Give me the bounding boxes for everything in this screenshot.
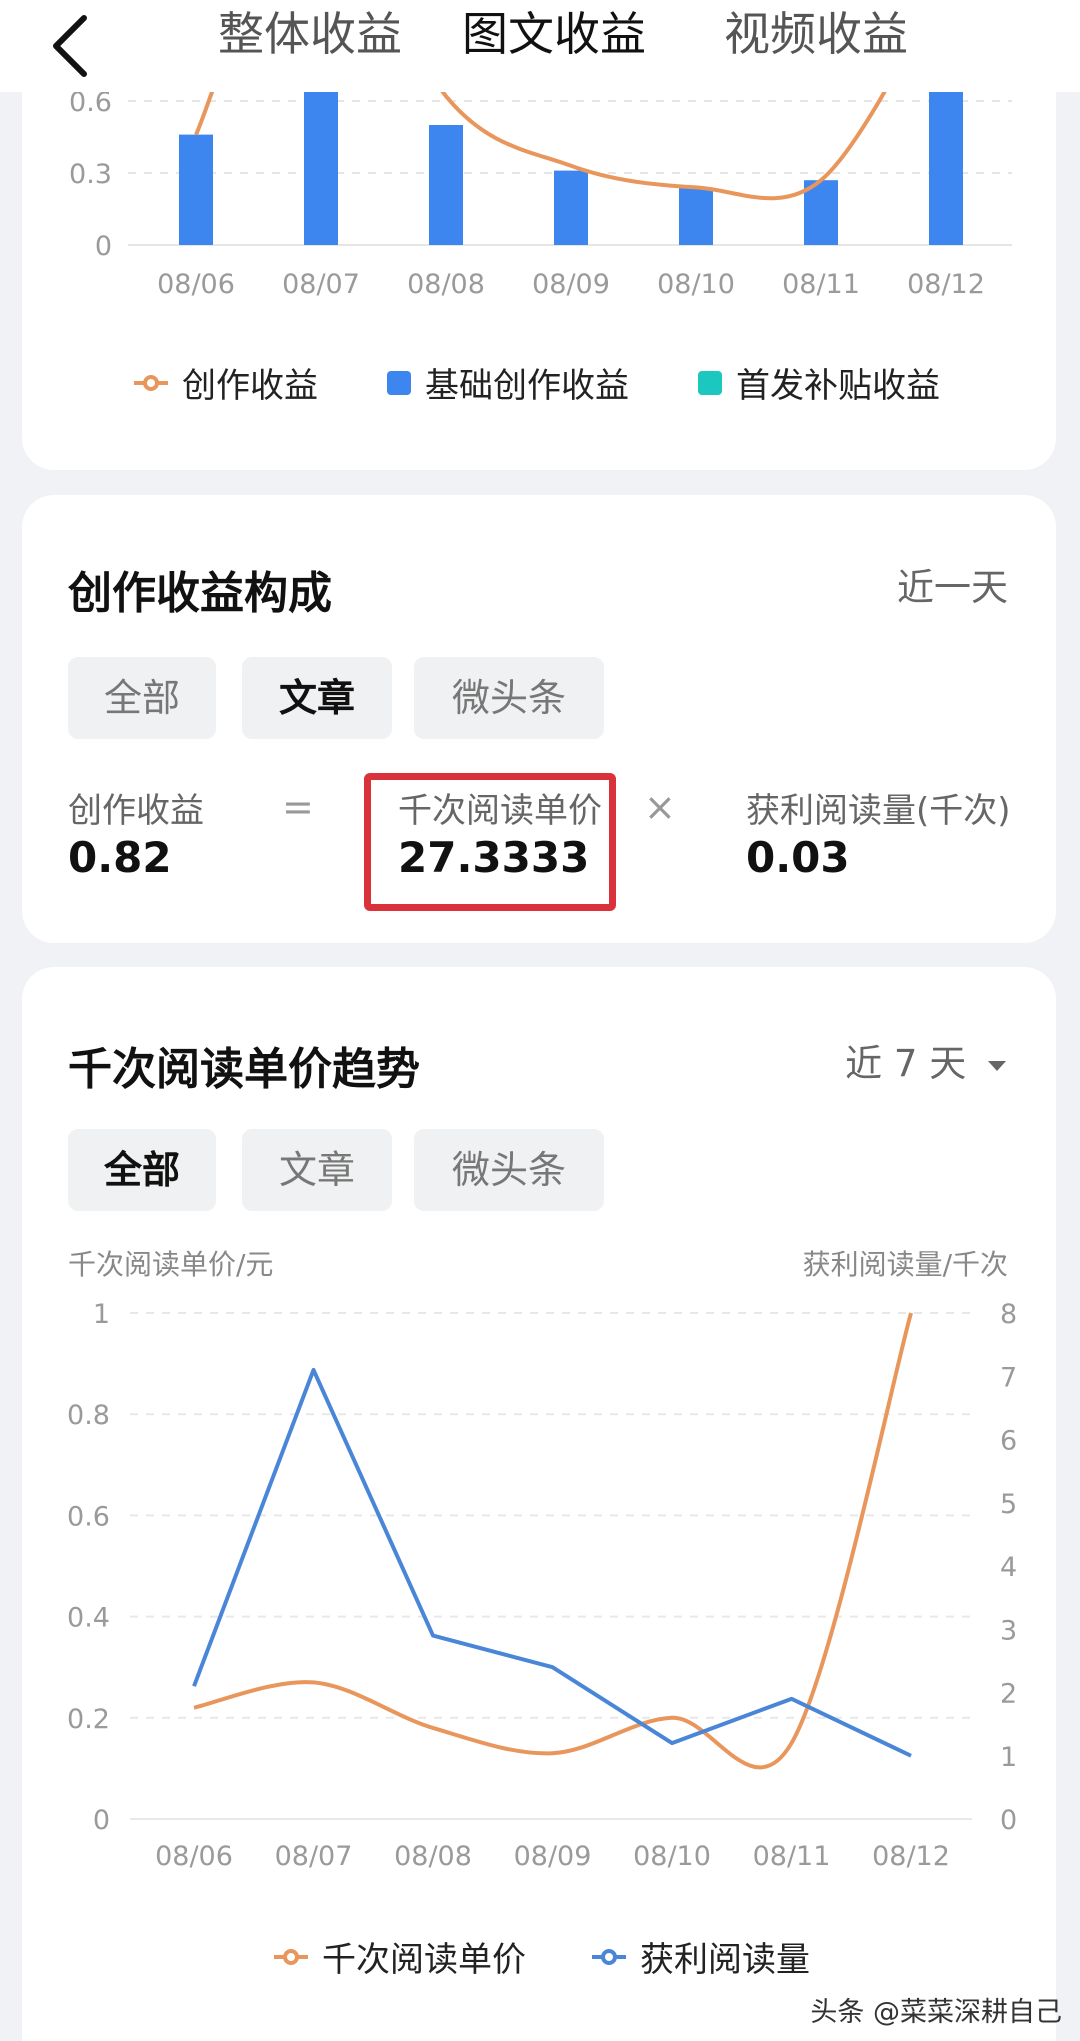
filter-micro-post[interactable]: 微头条	[414, 657, 604, 739]
x-tick-label: 08/07	[282, 269, 360, 300]
bar[interactable]	[554, 170, 588, 245]
earnings-label: 创作收益	[68, 791, 204, 831]
top-tab-bar: 整体收益 图文收益 视频收益	[0, 0, 1080, 92]
left-y-tick-label: 1	[93, 1299, 110, 1330]
price-per-thousand-label: 千次阅读单价	[398, 791, 602, 831]
line-circle-icon	[274, 1948, 308, 1965]
right-y-tick-label: 4	[1000, 1552, 1017, 1583]
x-tick-label: 08/09	[532, 269, 610, 300]
left-y-tick-label: 0	[93, 1805, 110, 1836]
price-trend-chart[interactable]: 0 0.2 0.4 0.6 0.8 1 0 1 2 3 4 5 6 7 8 08/06 08/07 08/08 08…	[22, 967, 1056, 1887]
legend-item[interactable]: 获利阅读量	[592, 1932, 810, 1981]
range-selector[interactable]: 近一天	[897, 557, 1008, 611]
left-y-tick-label: 0.8	[67, 1400, 110, 1431]
x-tick-label: 08/11	[753, 1841, 831, 1872]
legend-item[interactable]: 创作收益	[134, 358, 318, 407]
profit-reads-value: 0.03	[746, 833, 850, 882]
x-tick-label: 08/06	[157, 269, 235, 300]
section-title: 创作收益构成	[68, 568, 332, 619]
x-tick-label: 08/12	[907, 269, 985, 300]
right-y-tick-label: 6	[1000, 1426, 1017, 1457]
multiply-sign: ×	[644, 785, 676, 829]
legend-item[interactable]: 首发补贴收益	[698, 358, 940, 407]
trend-card: 千次阅读单价趋势 近 7 天 全部 文章 微头条 千次阅读单价/元 获利阅读量/…	[22, 967, 1056, 2041]
legend-item[interactable]: 千次阅读单价	[274, 1932, 526, 1981]
price-line	[193, 1312, 913, 1770]
price-per-thousand-value: 27.3333	[398, 833, 590, 882]
legend-item[interactable]: 基础创作收益	[387, 358, 629, 407]
x-tick-label: 08/10	[657, 269, 735, 300]
reads-line	[192, 1367, 912, 1758]
legend-label: 基础创作收益	[425, 366, 629, 406]
right-y-tick-label: 2	[1000, 1679, 1017, 1710]
composition-card: 创作收益构成 近一天 全部 文章 微头条 创作收益 0.82 = 千次阅读单价 …	[22, 495, 1056, 943]
bar[interactable]	[679, 187, 713, 245]
y-tick-label: 0.3	[69, 159, 112, 190]
watermark: 头条 @菜菜深耕自己	[810, 1997, 1062, 2028]
profit-reads-label: 获利阅读量(千次)	[746, 791, 1011, 831]
tab-video-earnings[interactable]: 视频收益	[724, 0, 908, 68]
legend-label: 千次阅读单价	[322, 1940, 526, 1980]
x-tick-label: 08/08	[407, 269, 485, 300]
right-y-tick-label: 1	[1000, 1742, 1017, 1773]
y-tick-label: 0	[95, 231, 112, 262]
tab-article-earnings[interactable]: 图文收益	[462, 0, 646, 68]
right-y-tick-label: 8	[1000, 1299, 1017, 1330]
x-tick-label: 08/12	[872, 1841, 950, 1872]
line-circle-icon	[134, 374, 168, 391]
bar[interactable]	[179, 134, 213, 245]
right-y-tick-label: 7	[1000, 1362, 1017, 1393]
x-tick-label: 08/11	[782, 269, 860, 300]
right-y-tick-label: 0	[1000, 1805, 1017, 1836]
square-icon	[698, 370, 722, 395]
line-circle-icon	[592, 1948, 626, 1965]
equals-sign: =	[282, 785, 314, 829]
filter-article[interactable]: 文章	[242, 657, 392, 739]
chevron-left-icon	[53, 15, 87, 77]
left-y-tick-label: 0.6	[67, 1501, 110, 1532]
filter-all[interactable]: 全部	[68, 657, 216, 739]
earnings-value: 0.82	[68, 833, 172, 882]
back-button[interactable]	[40, 4, 100, 84]
square-icon	[387, 370, 411, 395]
right-y-tick-label: 3	[1000, 1615, 1017, 1646]
left-y-tick-label: 0.4	[67, 1603, 110, 1634]
x-tick-label: 08/10	[633, 1841, 711, 1872]
right-y-tick-label: 5	[1000, 1489, 1017, 1520]
x-tick-label: 08/08	[394, 1841, 472, 1872]
x-tick-label: 08/06	[155, 1841, 233, 1872]
legend-label: 获利阅读量	[640, 1940, 810, 1980]
bar[interactable]	[304, 90, 338, 245]
bar[interactable]	[429, 125, 463, 245]
tab-overall-earnings[interactable]: 整体收益	[218, 0, 402, 68]
left-y-tick-label: 0.2	[67, 1704, 110, 1735]
legend-label: 首发补贴收益	[736, 366, 940, 406]
bar[interactable]	[929, 90, 963, 245]
x-tick-label: 08/07	[275, 1841, 353, 1872]
x-tick-label: 08/09	[514, 1841, 592, 1872]
legend-label: 创作收益	[182, 366, 318, 406]
earnings-chart-card: 0 0.3 0.6 08/06 08/07 08/08 08/09 08/10 08/11 08/…	[22, 40, 1056, 470]
